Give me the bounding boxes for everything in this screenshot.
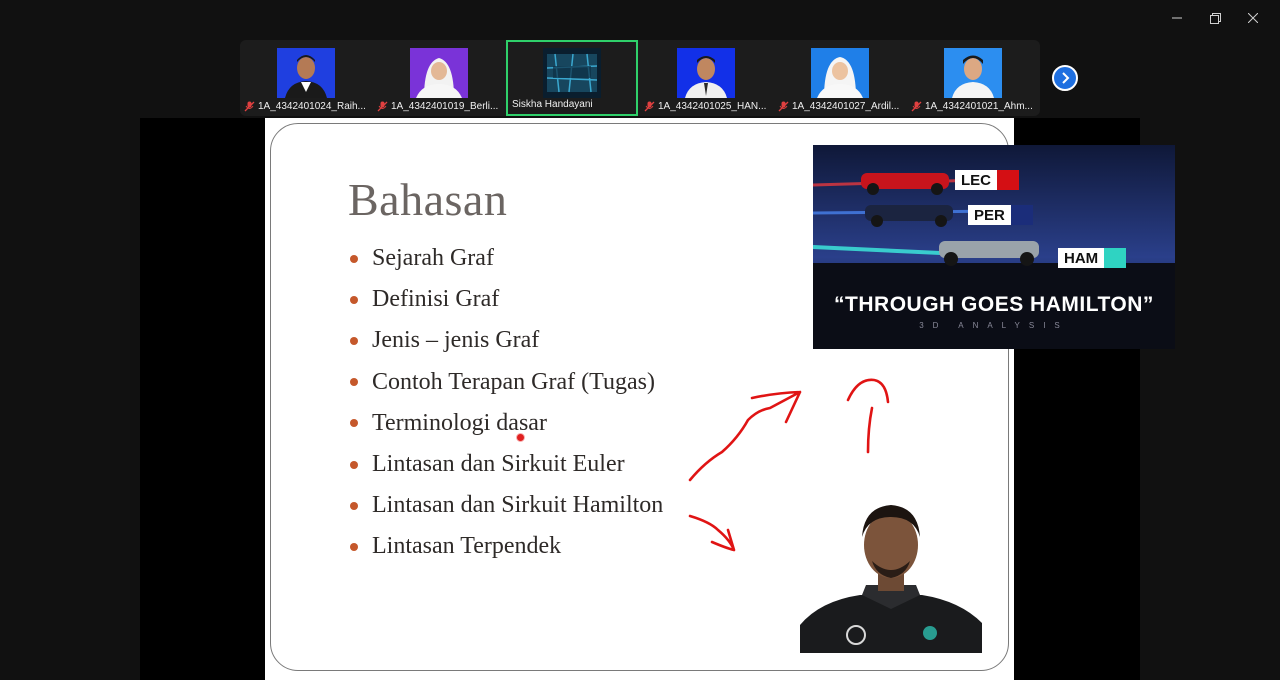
redbull-logo-icon	[1010, 205, 1033, 225]
driver-portrait	[800, 505, 982, 653]
participant-name: 1A_4342401024_Raih...	[258, 100, 366, 112]
bullet-dot	[350, 378, 358, 387]
bullet-dot	[350, 336, 358, 345]
bullet-item: Lintasan dan Sirkuit Hamilton	[348, 485, 663, 526]
participant-tile[interactable]: 1A_4342401024_Raih...	[240, 40, 372, 116]
bullet-text: Jenis – jenis Graf	[372, 327, 540, 354]
f1-race-image: LEC PER HAM “THROUGH GOES HAMILTON” 3D A…	[813, 145, 1175, 349]
participant-tile-active[interactable]: Siskha Handayani	[506, 40, 638, 116]
participant-name: Siskha Handayani	[512, 98, 593, 110]
minimize-icon	[1172, 17, 1182, 19]
bullet-text: Lintasan dan Sirkuit Hamilton	[372, 492, 664, 519]
bullet-text: Lintasan Terpendek	[372, 533, 562, 560]
driver-code: HAM	[1064, 249, 1099, 267]
driver-code: PER	[974, 206, 1005, 224]
window-controls	[1158, 6, 1272, 30]
bullet-item: Contoh Terapan Graf (Tugas)	[348, 362, 663, 403]
participant-label: 1A_4342401024_Raih...	[244, 99, 368, 113]
bullet-dot	[350, 295, 358, 304]
f1-headline: “THROUGH GOES HAMILTON”	[834, 293, 1154, 316]
driver-tag-lec: LEC	[955, 170, 1019, 190]
participant-label: 1A_4342401025_HAN...	[644, 99, 768, 113]
bullet-dot	[350, 501, 358, 510]
muted-mic-icon	[911, 101, 922, 111]
bullet-item: Terminologi dasar	[348, 403, 663, 444]
bullet-item: Lintasan dan Sirkuit Euler	[348, 444, 663, 485]
muted-mic-icon	[778, 101, 789, 111]
driver-code: LEC	[961, 171, 991, 189]
bullet-text: Contoh Terapan Graf (Tugas)	[372, 368, 655, 395]
restore-button[interactable]	[1196, 6, 1234, 30]
participant-tile[interactable]: 1A_4342401021_Ahm...	[907, 40, 1039, 116]
participant-label: Siskha Handayani	[512, 97, 632, 111]
bullet-item: Sejarah Graf	[348, 238, 663, 279]
participant-name: 1A_4342401025_HAN...	[658, 100, 767, 112]
close-button[interactable]	[1234, 6, 1272, 30]
bullet-item: Lintasan Terpendek	[348, 526, 663, 567]
participant-tile[interactable]: 1A_4342401019_Berli...	[373, 40, 505, 116]
participant-tile[interactable]: 1A_4342401025_HAN...	[640, 40, 772, 116]
muted-mic-icon	[377, 101, 388, 111]
minimize-button[interactable]	[1158, 6, 1196, 30]
bullet-text: Sejarah Graf	[372, 245, 494, 272]
participant-tile[interactable]: 1A_4342401027_Ardil...	[774, 40, 906, 116]
participant-avatar	[410, 48, 468, 98]
participant-label: 1A_4342401027_Ardil...	[778, 99, 902, 113]
slide-title: Bahasan	[348, 174, 508, 225]
close-icon	[1248, 13, 1258, 23]
bullet-dot	[350, 419, 358, 428]
participant-avatar	[677, 48, 735, 98]
participant-strip: 1A_4342401024_Raih... 1A_4342401019_Berl…	[240, 40, 1040, 116]
bullet-dot	[350, 460, 358, 469]
bullet-dot	[350, 542, 358, 551]
driver-tag-per: PER	[968, 205, 1033, 225]
next-page-button[interactable]	[1052, 65, 1078, 91]
restore-icon	[1209, 12, 1221, 24]
participant-avatar	[811, 48, 869, 98]
bullet-item: Definisi Graf	[348, 279, 663, 320]
chevron-right-icon	[1062, 72, 1070, 84]
participant-name: 1A_4342401027_Ardil...	[792, 100, 900, 112]
muted-mic-icon	[644, 101, 655, 111]
participant-avatar	[277, 48, 335, 98]
driver-tag-ham: HAM	[1058, 248, 1127, 268]
bullet-item: Jenis – jenis Graf	[348, 320, 663, 361]
participant-avatar	[543, 48, 601, 98]
participant-name: 1A_4342401019_Berli...	[391, 100, 499, 112]
mercedes-logo-icon	[1104, 248, 1127, 268]
ferrari-logo-icon	[997, 170, 1019, 190]
participant-label: 1A_4342401019_Berli...	[377, 99, 501, 113]
participant-name: 1A_4342401021_Ahm...	[925, 100, 1033, 112]
slide-bullet-list: Sejarah Graf Definisi Graf Jenis – jenis…	[348, 238, 663, 568]
bullet-dot	[350, 254, 358, 263]
f1-subtitle: 3D ANALYSIS	[919, 321, 1069, 330]
bullet-text: Definisi Graf	[372, 286, 500, 313]
bullet-text: Lintasan dan Sirkuit Euler	[372, 451, 625, 478]
laser-pointer-cursor	[516, 433, 525, 442]
muted-mic-icon	[244, 101, 255, 111]
participant-label: 1A_4342401021_Ahm...	[911, 99, 1035, 113]
participant-avatar	[944, 48, 1002, 98]
